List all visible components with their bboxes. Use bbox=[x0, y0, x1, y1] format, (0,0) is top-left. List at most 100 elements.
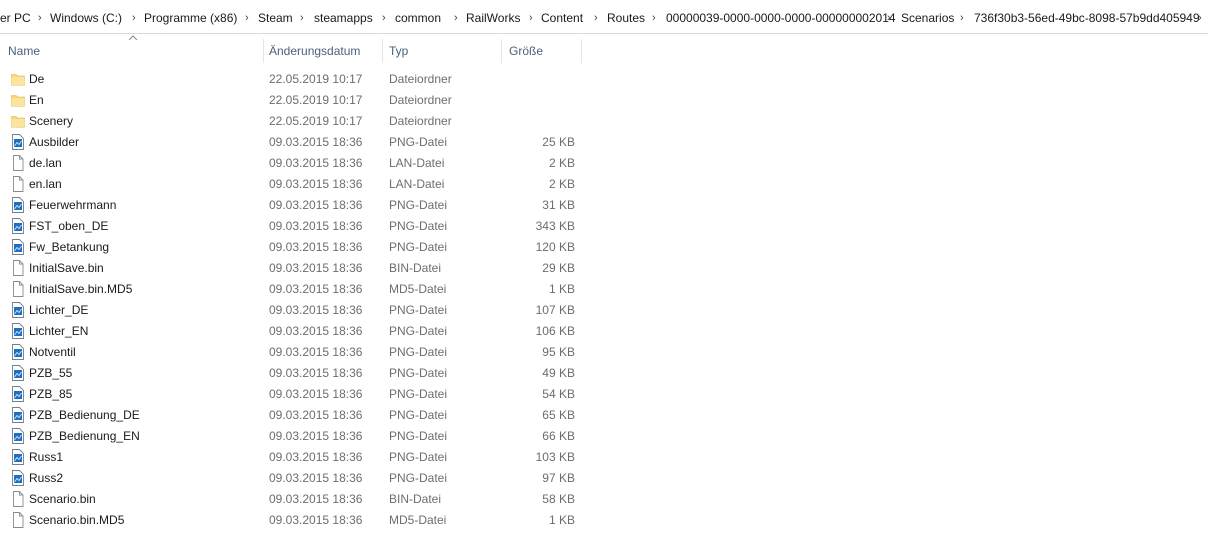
file-name[interactable]: FST_oben_DE bbox=[29, 216, 108, 237]
file-name[interactable]: Fw_Betankung bbox=[29, 237, 109, 258]
breadcrumb-item-scenario-id[interactable]: 736f30b3-56ed-49bc-8098-57b9dd405949 bbox=[974, 10, 1200, 26]
breadcrumb-item-route-id[interactable]: 00000039-0000-0000-0000-000000002014 bbox=[666, 10, 896, 26]
file-size: 54 KB bbox=[542, 387, 575, 401]
file-date: 22.05.2019 10:17 bbox=[269, 72, 363, 86]
column-header-size[interactable]: Größe bbox=[509, 39, 543, 63]
file-row[interactable]: Notventil 09.03.2015 18:36 PNG-Datei 95 KB bbox=[0, 342, 600, 363]
file-row[interactable]: en.lan 09.03.2015 18:36 LAN-Datei 2 KB bbox=[0, 174, 600, 195]
file-row[interactable]: InitialSave.bin.MD5 09.03.2015 18:36 MD5-D… bbox=[0, 279, 600, 300]
breadcrumb-item-common[interactable]: common bbox=[395, 10, 441, 26]
file-name[interactable]: Russ1 bbox=[29, 447, 63, 468]
file-name[interactable]: InitialSave.bin bbox=[29, 258, 104, 279]
file-type: LAN-Datei bbox=[389, 177, 445, 191]
file-name[interactable]: PZB_Bedienung_EN bbox=[29, 426, 140, 447]
file-row[interactable]: De 22.05.2019 10:17 Dateiordner bbox=[0, 69, 600, 90]
file-row[interactable]: PZB_Bedienung_DE 09.03.2015 18:36 PNG-Date… bbox=[0, 405, 600, 426]
file-type: PNG-Datei bbox=[389, 303, 448, 317]
file-row[interactable]: Fw_Betankung 09.03.2015 18:36 PNG-Datei 120… bbox=[0, 237, 600, 258]
file-name[interactable]: InitialSave.bin.MD5 bbox=[29, 279, 132, 300]
file-row[interactable]: Scenario.bin 09.03.2015 18:36 BIN-Datei 58 … bbox=[0, 489, 600, 510]
chevron-right-icon[interactable]: › bbox=[245, 10, 249, 26]
file-name[interactable]: Feuerwehrmann bbox=[29, 195, 116, 216]
column-divider[interactable] bbox=[581, 39, 582, 63]
file-date: 09.03.2015 18:36 bbox=[269, 492, 363, 506]
file-name[interactable]: PZB_Bedienung_DE bbox=[29, 405, 140, 426]
chevron-right-icon[interactable]: › bbox=[594, 10, 598, 26]
file-date: 09.03.2015 18:36 bbox=[269, 471, 363, 485]
file-row[interactable]: Russ2 09.03.2015 18:36 PNG-Datei 97 KB bbox=[0, 468, 600, 489]
column-divider[interactable] bbox=[501, 39, 502, 63]
chevron-right-icon[interactable]: › bbox=[887, 10, 891, 26]
file-type: PNG-Datei bbox=[389, 408, 448, 422]
column-divider[interactable] bbox=[263, 39, 264, 63]
breadcrumb-item-content[interactable]: Content bbox=[541, 10, 583, 26]
chevron-right-icon[interactable]: › bbox=[454, 10, 458, 26]
file-row[interactable]: En 22.05.2019 10:17 Dateiordner bbox=[0, 90, 600, 111]
file-size: 29 KB bbox=[542, 261, 575, 275]
breadcrumb-item-pc[interactable]: er PC bbox=[0, 10, 31, 26]
file-date: 09.03.2015 18:36 bbox=[269, 429, 363, 443]
file-name[interactable]: PZB_55 bbox=[29, 363, 72, 384]
column-header-name[interactable]: Name bbox=[8, 39, 40, 63]
file-row[interactable]: de.lan 09.03.2015 18:36 LAN-Datei 2 KB bbox=[0, 153, 600, 174]
file-row[interactable]: FST_oben_DE 09.03.2015 18:36 PNG-Datei 343 … bbox=[0, 216, 600, 237]
file-name[interactable]: En bbox=[29, 90, 44, 111]
file-row[interactable]: Lichter_EN 09.03.2015 18:36 PNG-Datei 106 K… bbox=[0, 321, 600, 342]
breadcrumb-item-railworks[interactable]: RailWorks bbox=[466, 10, 520, 26]
file-name[interactable]: en.lan bbox=[29, 174, 62, 195]
file-row[interactable]: InitialSave.bin 09.03.2015 18:36 BIN-Datei… bbox=[0, 258, 600, 279]
file-row[interactable]: PZB_55 09.03.2015 18:36 PNG-Datei 49 KB bbox=[0, 363, 600, 384]
file-row[interactable]: Scenario.bin.MD5 09.03.2015 18:36 MD5-Date… bbox=[0, 510, 600, 531]
file-date: 09.03.2015 18:36 bbox=[269, 177, 363, 191]
file-row[interactable]: Ausbilder 09.03.2015 18:36 PNG-Datei 25 KB bbox=[0, 132, 600, 153]
file-row[interactable]: PZB_Bedienung_EN 09.03.2015 18:36 PNG-Date… bbox=[0, 426, 600, 447]
breadcrumb-item-drive[interactable]: Windows (C:) bbox=[50, 10, 122, 26]
file-name[interactable]: Scenario.bin.MD5 bbox=[29, 510, 124, 531]
file-name[interactable]: PZB_85 bbox=[29, 384, 72, 405]
file-name[interactable]: Ausbilder bbox=[29, 132, 79, 153]
file-icon bbox=[11, 491, 25, 507]
image-file-icon bbox=[11, 239, 25, 255]
breadcrumb-item-programme[interactable]: Programme (x86) bbox=[144, 10, 237, 26]
file-name[interactable]: Scenery bbox=[29, 111, 73, 132]
file-row[interactable]: Russ1 09.03.2015 18:36 PNG-Datei 103 KB bbox=[0, 447, 600, 468]
column-header-type[interactable]: Typ bbox=[389, 39, 408, 63]
file-date: 09.03.2015 18:36 bbox=[269, 156, 363, 170]
image-file-icon bbox=[11, 344, 25, 360]
column-divider[interactable] bbox=[382, 39, 383, 63]
file-name[interactable]: Lichter_DE bbox=[29, 300, 88, 321]
file-row[interactable]: Scenery 22.05.2019 10:17 Dateiordner bbox=[0, 111, 600, 132]
breadcrumb-item-steam[interactable]: Steam bbox=[258, 10, 293, 26]
breadcrumb-item-scenarios[interactable]: Scenarios bbox=[901, 10, 954, 26]
chevron-right-icon[interactable]: › bbox=[960, 10, 964, 26]
file-row[interactable]: Feuerwehrmann 09.03.2015 18:36 PNG-Datei 31… bbox=[0, 195, 600, 216]
folder-icon bbox=[11, 113, 25, 129]
image-file-icon bbox=[11, 407, 25, 423]
chevron-right-icon[interactable]: › bbox=[382, 10, 386, 26]
file-row[interactable]: Lichter_DE 09.03.2015 18:36 PNG-Datei 107 K… bbox=[0, 300, 600, 321]
file-name[interactable]: de.lan bbox=[29, 153, 62, 174]
file-type: PNG-Datei bbox=[389, 471, 448, 485]
file-name[interactable]: Scenario.bin bbox=[29, 489, 96, 510]
file-size: 103 KB bbox=[535, 450, 575, 464]
chevron-right-icon[interactable]: › bbox=[300, 10, 304, 26]
file-type: PNG-Datei bbox=[389, 324, 448, 338]
file-name[interactable]: Notventil bbox=[29, 342, 76, 363]
file-date: 09.03.2015 18:36 bbox=[269, 450, 363, 464]
chevron-right-icon[interactable]: › bbox=[132, 10, 136, 26]
chevron-right-icon[interactable]: › bbox=[652, 10, 656, 26]
chevron-right-icon[interactable]: › bbox=[38, 10, 42, 26]
file-name[interactable]: De bbox=[29, 69, 44, 90]
column-header-date[interactable]: Änderungsdatum bbox=[269, 39, 360, 63]
file-name[interactable]: Lichter_EN bbox=[29, 321, 88, 342]
file-size: 106 KB bbox=[535, 324, 575, 338]
file-icon bbox=[11, 260, 25, 276]
chevron-right-icon[interactable]: › bbox=[1198, 10, 1202, 26]
chevron-right-icon[interactable]: › bbox=[529, 10, 533, 26]
image-file-icon bbox=[11, 323, 25, 339]
breadcrumb-item-steamapps[interactable]: steamapps bbox=[314, 10, 373, 26]
breadcrumb-item-routes[interactable]: Routes bbox=[607, 10, 645, 26]
file-type: LAN-Datei bbox=[389, 156, 445, 170]
file-row[interactable]: PZB_85 09.03.2015 18:36 PNG-Datei 54 KB bbox=[0, 384, 600, 405]
file-name[interactable]: Russ2 bbox=[29, 468, 63, 489]
